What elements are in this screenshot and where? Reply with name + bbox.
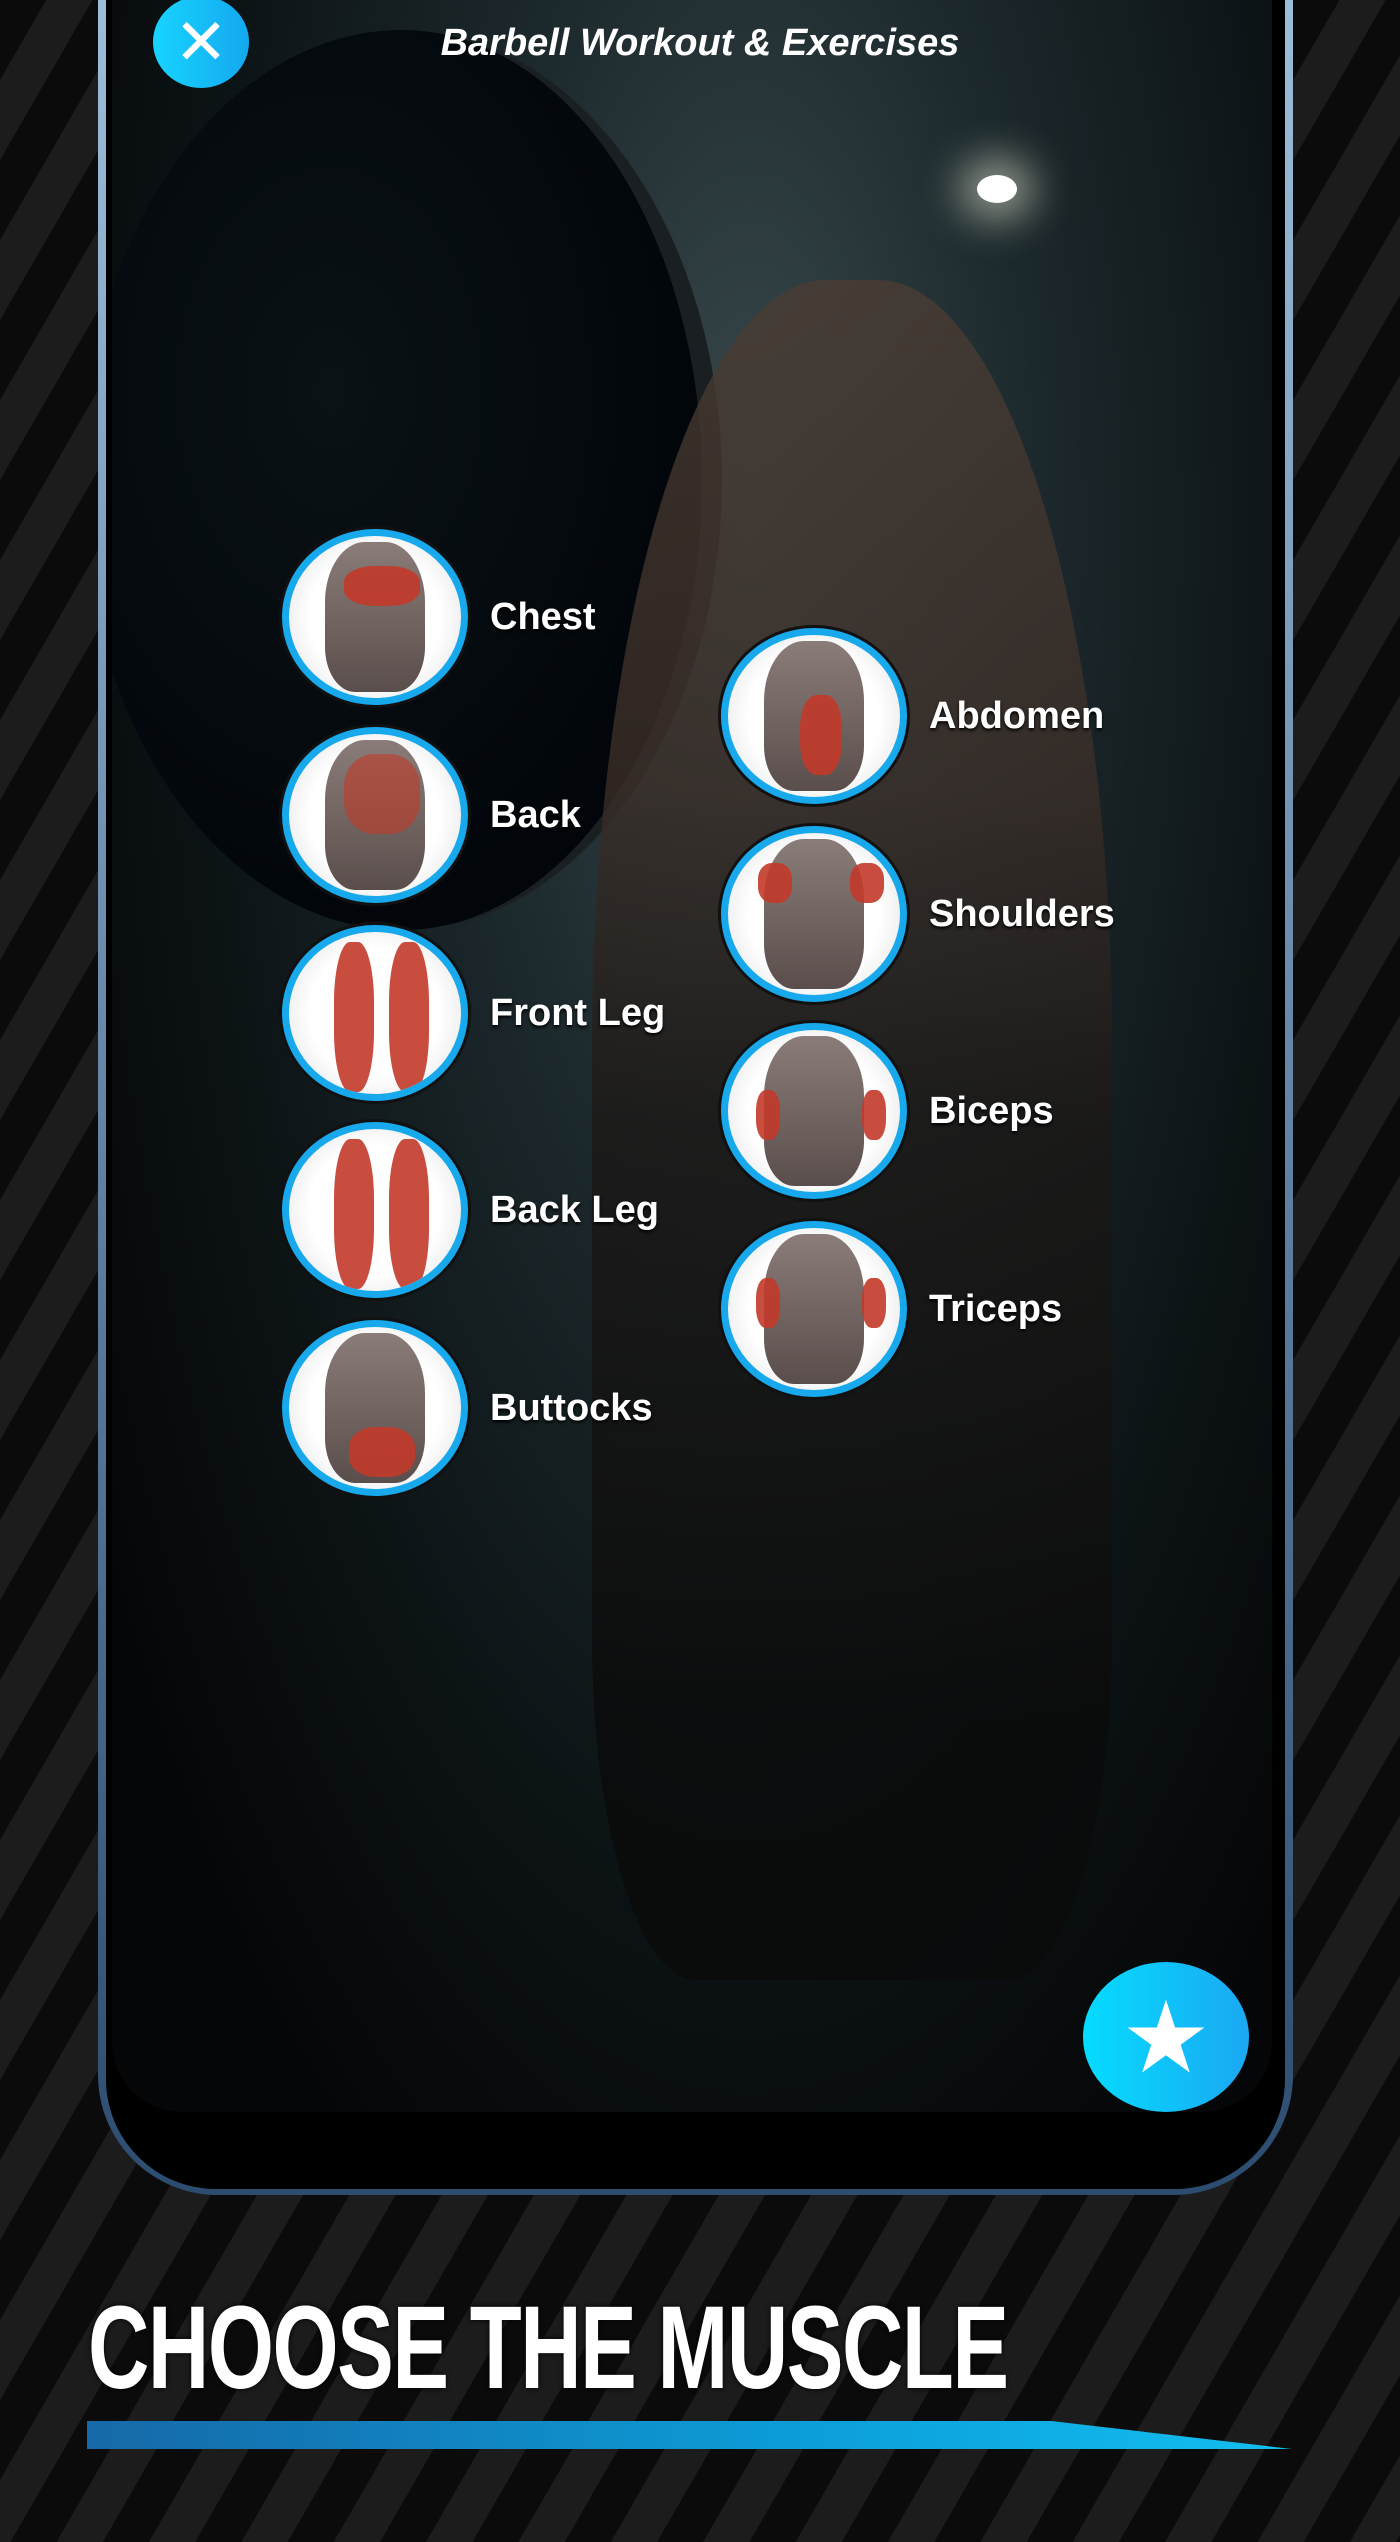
muscle-item-buttocks[interactable]: Buttocks: [282, 1320, 653, 1496]
promo-headline: CHOOSE THE MUSCLE: [88, 2282, 1009, 2414]
muscle-item-abdomen[interactable]: Abdomen: [721, 628, 1104, 804]
muscle-item-front-leg[interactable]: Front Leg: [282, 925, 665, 1101]
muscle-label: Front Leg: [490, 991, 666, 1034]
muscle-label: Abdomen: [929, 694, 1105, 737]
muscle-label: Triceps: [929, 1287, 1063, 1330]
muscle-thumbnail: [721, 1221, 907, 1397]
muscle-thumbnail: [282, 1122, 468, 1298]
close-icon: ✕: [174, 5, 228, 78]
star-icon: ★: [1121, 1981, 1211, 2094]
muscle-thumbnail: [721, 628, 907, 804]
muscle-label: Back Leg: [490, 1188, 659, 1231]
muscle-label: Biceps: [929, 1089, 1054, 1132]
muscle-thumbnail: [282, 925, 468, 1101]
accent-bar: [87, 2421, 1292, 2449]
favorites-button[interactable]: ★: [1083, 1962, 1249, 2112]
muscle-label: Buttocks: [490, 1386, 653, 1429]
muscle-thumbnail: [721, 1023, 907, 1199]
muscle-thumbnail: [721, 826, 907, 1002]
muscle-item-back[interactable]: Back: [282, 727, 581, 903]
muscle-item-triceps[interactable]: Triceps: [721, 1221, 1062, 1397]
muscle-thumbnail: [282, 529, 468, 705]
muscle-thumbnail: [282, 727, 468, 903]
muscle-item-shoulders[interactable]: Shoulders: [721, 826, 1115, 1002]
app-title: Barbell Workout & Exercises: [440, 22, 960, 64]
muscle-label: Back: [490, 793, 581, 836]
muscle-item-biceps[interactable]: Biceps: [721, 1023, 1054, 1199]
muscle-item-chest[interactable]: Chest: [282, 529, 596, 705]
ceiling-light: [977, 175, 1017, 203]
close-button[interactable]: ✕: [153, 0, 249, 88]
muscle-label: Chest: [490, 595, 596, 638]
muscle-item-back-leg[interactable]: Back Leg: [282, 1122, 659, 1298]
muscle-thumbnail: [282, 1320, 468, 1496]
muscle-label: Shoulders: [929, 892, 1115, 935]
